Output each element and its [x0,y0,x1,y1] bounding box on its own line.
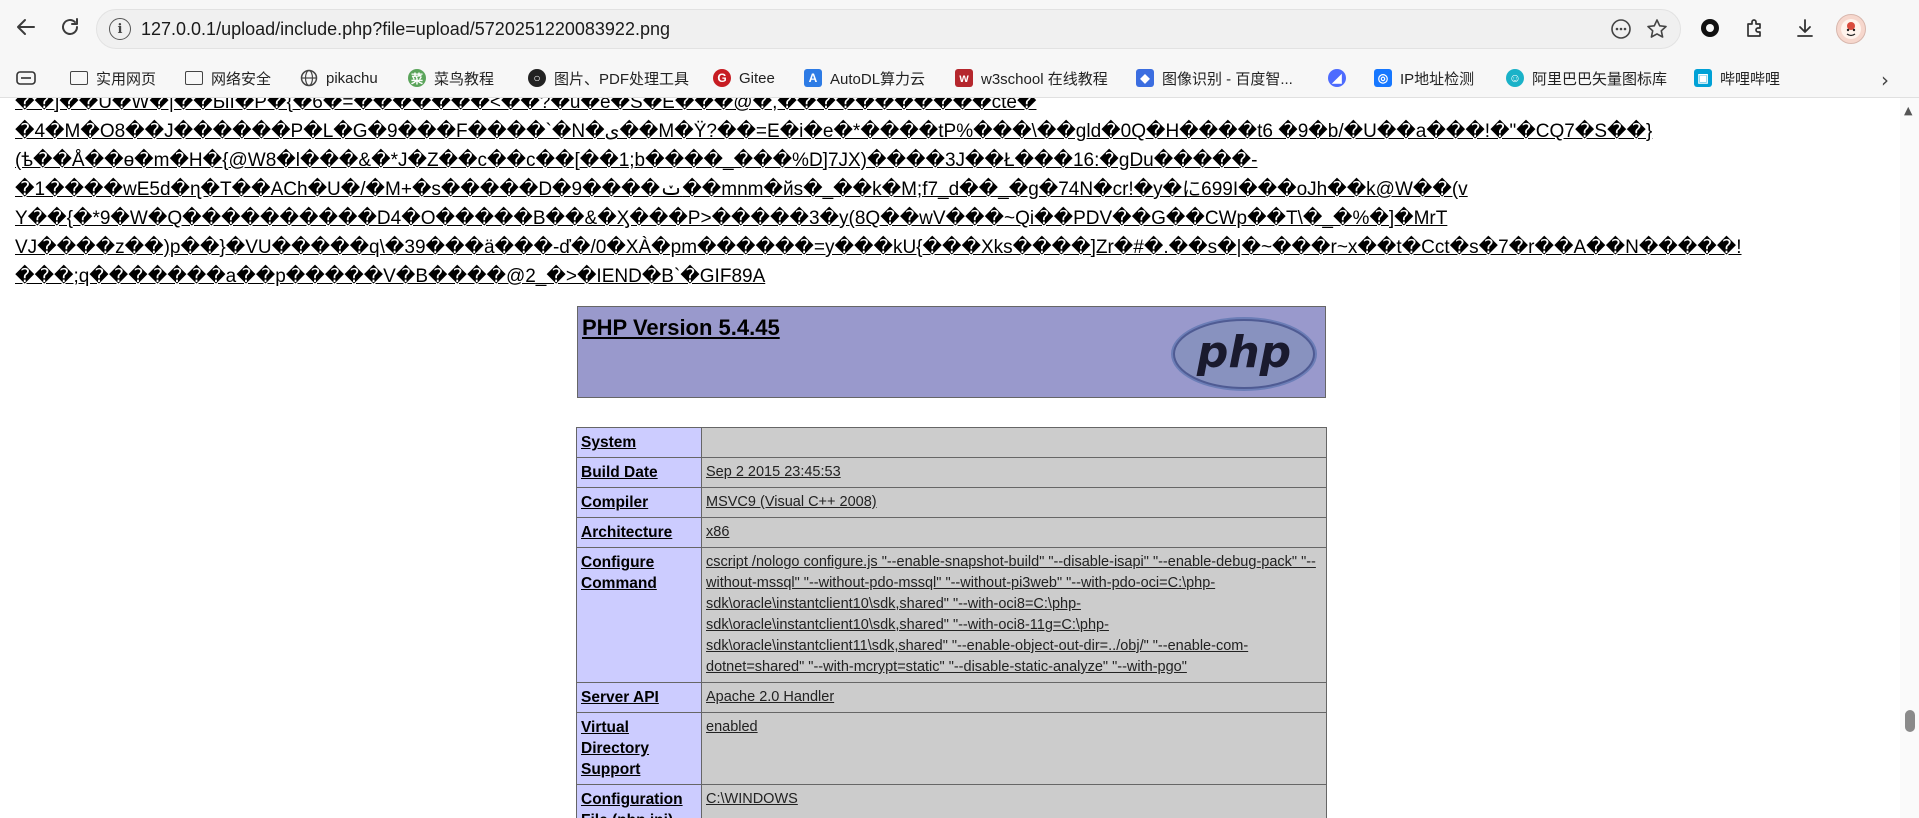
info-key[interactable]: Compiler [576,487,702,518]
page-viewport: ��]��U�W�|��ЫΙ�Ρ�{�6�=�������<��?�u�e�S�… [0,98,1900,818]
garbled-line: (ѣ��Å��ɵ�m�H�{@W8�l���&�*J�Z��c��c��[��1… [15,150,1258,171]
info-value[interactable]: MSVC9 (Visual C++ 2008) [701,487,1327,518]
info-key[interactable]: System [576,427,702,458]
info-key[interactable]: Virtual Directory Support [576,712,702,785]
info-key[interactable]: Configure Command [576,547,702,683]
info-key[interactable]: Build Date [576,457,702,488]
bookmarks-bar: 实用网页 网络安全 pikachu 菜 菜鸟教程 ○ 图片、PDF处理工具 G … [0,58,1919,98]
reading-list-icon [16,71,36,85]
back-button[interactable] [10,11,42,43]
ip-icon: ◎ [1374,69,1392,87]
bookmark-pikachu[interactable]: pikachu [300,64,378,92]
phpinfo-system-table: System Build Date Sep 2 2015 23:45:53 Compi… [576,427,1327,818]
bookmark-deepseek[interactable]: ◢ [1328,64,1354,92]
info-value[interactable]: cscript /nologo configure.js "--enable-s… [701,547,1327,683]
garbled-line: ���;q�������a��p�����V�B����@2_�>�IEND�B… [15,266,766,287]
garbled-binary-output: ��]��U�W�|��ЫΙ�Ρ�{�6�=�������<��?�u�e�S�… [15,98,1875,291]
garbled-line: ��]��U�W�|��ЫΙ�Ρ�{�6�=�������<��?�u�e�S�… [15,98,1037,113]
downloads-icon[interactable] [1790,13,1820,43]
phpinfo-header: PHP Version 5.4.45 php [577,306,1326,398]
garbled-line: �4�M�O8��J������P�L�G�9���F����`�N�ى��M�… [15,121,1653,142]
bookmark-folder-useful[interactable]: 实用网页 [70,64,156,92]
avatar-icon [1841,19,1861,39]
deepseek-icon: ◢ [1328,69,1346,87]
info-key[interactable]: Architecture [576,517,702,548]
php-version-title[interactable]: PHP Version 5.4.45 [582,315,780,341]
table-row: Architecture x86 [576,517,1327,548]
info-value[interactable] [701,427,1327,458]
page-scrollbar[interactable]: ▲ [1900,98,1919,818]
table-row: Configuration File (php.ini)C:\WINDOWS [576,784,1327,818]
reload-icon [62,18,78,35]
reader-mode-icon[interactable] [1606,14,1636,44]
info-key[interactable]: Server API [576,682,702,713]
extension-circle-icon[interactable] [1695,13,1725,43]
scrollbar-thumb[interactable] [1905,710,1915,732]
php-logo-icon[interactable]: php [1169,315,1319,393]
arrow-left-icon [17,19,35,35]
folder-icon [70,71,88,85]
bookmark-baidu-ai[interactable]: ◆ 图像识别 - 百度智... [1136,64,1293,92]
bookmark-runoob[interactable]: 菜 菜鸟教程 [408,64,494,92]
info-value[interactable]: Apache 2.0 Handler [701,682,1327,713]
table-row: Server API Apache 2.0 Handler [576,682,1327,713]
bookmark-gitee[interactable]: G Gitee [713,64,775,92]
info-value[interactable]: Sep 2 2015 23:45:53 [701,457,1327,488]
profile-avatar[interactable] [1836,14,1866,44]
bookmark-ip-check[interactable]: ◎ IP地址检测 [1374,64,1474,92]
info-value[interactable]: x86 [701,517,1327,548]
runoob-icon: 菜 [408,69,426,87]
table-row: Build Date Sep 2 2015 23:45:53 [576,457,1327,488]
w3school-icon: w [955,69,973,87]
table-row: System [576,427,1327,458]
site-info-icon[interactable]: i [109,18,131,40]
folder-icon [185,71,203,85]
browser-toolbar: i 127.0.0.1/upload/include.php?file=uplo… [0,0,1919,58]
bilibili-icon: ▣ [1694,69,1712,87]
table-row: Configure Command cscript /nologo configu… [576,547,1327,683]
baidu-ai-icon: ◆ [1136,69,1154,87]
url-text[interactable]: 127.0.0.1/upload/include.php?file=upload… [141,19,670,40]
autodl-icon: A [804,69,822,87]
garbled-line: �1����wE5d�ɳ�T��ACh�U�/�M+�s�����D�9����… [15,179,1468,200]
bookmarks-more-chevron-icon[interactable]: › [1881,68,1889,92]
bookmark-reading-list[interactable] [16,64,36,92]
favorite-star-icon[interactable] [1642,14,1672,44]
info-value[interactable]: C:\WINDOWS [701,784,1327,818]
info-key[interactable]: Configuration File (php.ini) [576,784,702,818]
garbled-line: Y��{�*9�W�Q����������D4�O�����B��&�Ӽ���P… [15,208,1448,229]
bookmark-w3school[interactable]: w w3school 在线教程 [955,64,1108,92]
bookmark-bilibili[interactable]: ▣ 哔哩哔哩 [1694,64,1780,92]
extensions-puzzle-icon[interactable] [1740,13,1770,43]
table-row: Virtual Directory Support enabled [576,712,1327,785]
reload-button[interactable] [54,11,86,43]
bookmark-iconfont[interactable]: ☺ 阿里巴巴矢量图标库 [1506,64,1667,92]
svg-text:php: php [1196,327,1291,378]
scroll-up-arrow-icon[interactable]: ▲ [1904,104,1912,117]
table-row: Compiler MSVC9 (Visual C++ 2008) [576,487,1327,518]
bookmark-pdf-tools[interactable]: ○ 图片、PDF处理工具 [528,64,689,92]
address-bar[interactable]: i 127.0.0.1/upload/include.php?file=uplo… [96,9,1681,49]
tool-icon: ○ [528,69,546,87]
iconfont-icon: ☺ [1506,69,1524,87]
bookmark-autodl[interactable]: A AutoDL算力云 [804,64,925,92]
info-value[interactable]: enabled [701,712,1327,785]
globe-icon [300,69,318,87]
garbled-line: VJ����z��)p��}�VU�����q\�39���ä���-ď�/0�… [15,237,1742,258]
bookmark-folder-security[interactable]: 网络安全 [185,64,271,92]
gitee-icon: G [713,69,731,87]
